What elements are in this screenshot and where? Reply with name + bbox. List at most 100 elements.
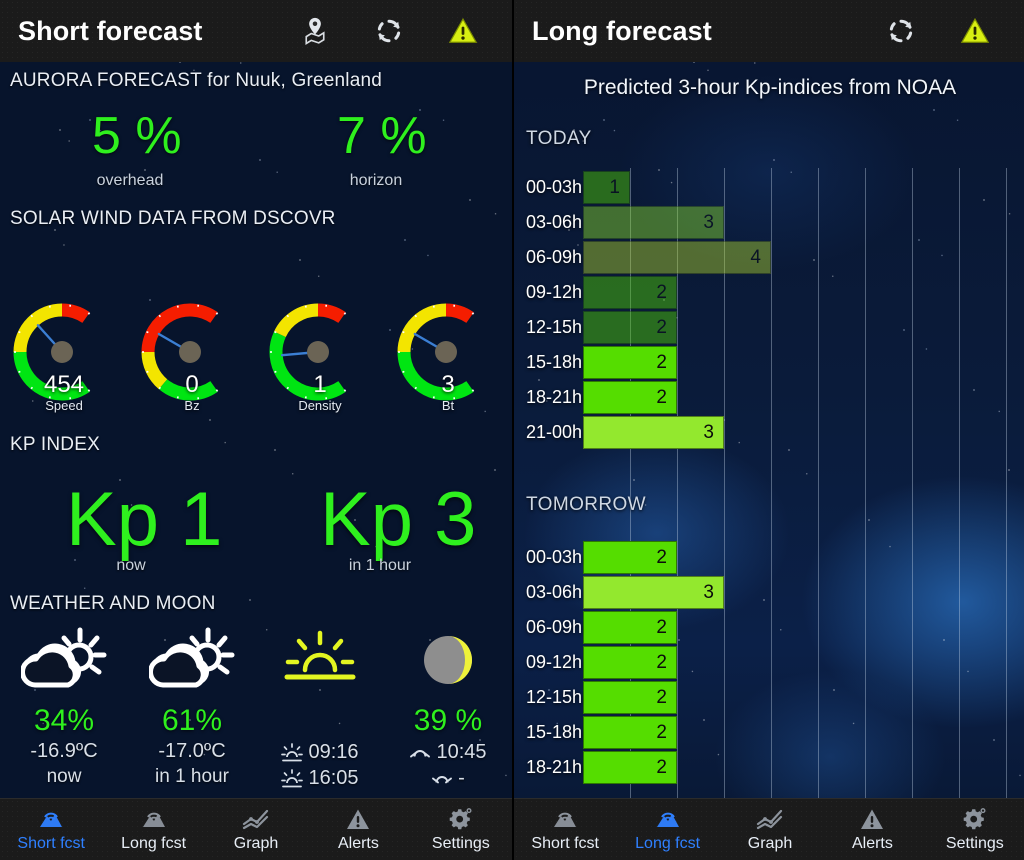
sun-column: 09:16 16:05: [256, 622, 384, 790]
table-row: 00-03h 2: [514, 540, 1024, 575]
sunset-time: 16:05: [308, 767, 359, 789]
moonset-time: -: [458, 767, 465, 789]
alert-icon: [821, 806, 923, 832]
moonrise-row: 10:45: [384, 741, 512, 764]
table-row: 00-03h 1: [514, 170, 1024, 205]
kp-bar: 3: [583, 576, 724, 609]
nav-item-label: Short fcst: [17, 835, 85, 852]
nav-item-settings[interactable]: Settings: [924, 806, 1024, 853]
refresh-icon[interactable]: [886, 16, 916, 46]
nav-item-alerts[interactable]: Alerts: [307, 806, 409, 853]
table-row: 06-09h 4: [514, 240, 1024, 275]
time-range-label: 00-03h: [526, 177, 583, 197]
left-title-bar: Short forecast: [0, 0, 512, 62]
page-title: Long forecast: [532, 15, 712, 46]
nav-item-short-fcst[interactable]: Short fcst: [514, 806, 616, 853]
kp-now-value: Kp 1: [66, 477, 223, 562]
nav-item-settings[interactable]: Settings: [410, 806, 512, 853]
table-row: 18-21h 2: [514, 380, 1024, 415]
today-bar-rows: 00-03h 1 03-06h 3 06-09h 4 09-12h 2 12-15h 2 15-18…: [514, 170, 1024, 450]
warning-icon[interactable]: [448, 16, 478, 46]
moon-illumination: 39 %: [413, 704, 483, 737]
table-row: 03-06h 3: [514, 205, 1024, 240]
table-row: 03-06h 3: [514, 575, 1024, 610]
time-range-label: 12-15h: [526, 317, 583, 337]
aurora-icon: [102, 806, 204, 832]
nav-item-alerts[interactable]: Alerts: [821, 806, 923, 853]
nav-item-graph[interactable]: Graph: [205, 806, 307, 853]
sunset-icon: [281, 768, 304, 787]
nav-item-label: Graph: [747, 835, 793, 852]
solar-wind-heading: SOLAR WIND DATA FROM DSCOVR: [10, 208, 336, 229]
alert-icon: [307, 806, 409, 832]
nav-item-label: Graph: [233, 835, 279, 852]
table-row: 15-18h 2: [514, 345, 1024, 380]
nav-item-long-fcst[interactable]: Long fcst: [102, 806, 204, 853]
moonrise-icon: [410, 749, 431, 757]
weather-moon-heading: WEATHER AND MOON: [10, 593, 216, 614]
nav-item-short-fcst[interactable]: Short fcst: [0, 806, 102, 853]
right-bottom-nav: Short fcst Long fcst Graph Alerts Settin…: [514, 798, 1024, 860]
nav-item-long-fcst[interactable]: Long fcst: [616, 806, 718, 853]
aurora-horizon-value: 7 %: [337, 107, 427, 165]
nav-item-label: Settings: [945, 835, 1004, 852]
warning-icon[interactable]: [960, 16, 990, 46]
kp-bar: 2: [583, 381, 677, 414]
moonset-icon: [432, 775, 453, 783]
tomorrow-bar-rows: 00-03h 2 03-06h 3 06-09h 2 09-12h 2 12-15h 2 15-18…: [514, 540, 1024, 785]
sunrise-icon: [281, 742, 304, 761]
table-row: 09-12h 2: [514, 645, 1024, 680]
nav-item-label: Settings: [431, 835, 490, 852]
aurora-overhead-value: 5 %: [92, 107, 182, 165]
kp-next-label: in 1 hour: [348, 557, 412, 574]
left-bottom-nav: Short fcst Long fcst Graph Alerts Settin…: [0, 798, 512, 860]
gauge-label: Speed: [45, 398, 83, 413]
kp-bar: 3: [583, 416, 724, 449]
gear-icon: [924, 806, 1024, 832]
table-row: 15-18h 2: [514, 715, 1024, 750]
time-range-label: 15-18h: [526, 352, 583, 372]
moonset-row: -: [384, 767, 512, 790]
page-title: Short forecast: [18, 15, 203, 46]
map-pin-icon[interactable]: [300, 16, 330, 46]
refresh-icon[interactable]: [374, 16, 404, 46]
weather-column-next-hour: 61% -17.0ºC in 1 hour: [128, 622, 256, 788]
gauge-value: 3: [441, 371, 455, 398]
nav-item-label: Alerts: [337, 835, 379, 852]
time-range-label: 06-09h: [526, 617, 583, 637]
sunrise-sunset-icon: [256, 622, 384, 698]
kp-bar: 2: [583, 276, 677, 309]
weather-next-temp: -17.0ºC: [158, 740, 226, 762]
table-row: 12-15h 2: [514, 680, 1024, 715]
nav-item-graph[interactable]: Graph: [719, 806, 821, 853]
sunrise-time: 09:16: [308, 741, 359, 763]
weather-now-temp: -16.9ºC: [30, 740, 98, 762]
gauge-speed: 454 Speed: [0, 298, 128, 428]
time-range-label: 09-12h: [526, 652, 583, 672]
right-titlebar-icons: [886, 16, 1006, 46]
weather-next-percent: 61%: [161, 704, 223, 737]
gauge-value: 1: [313, 371, 327, 398]
chart-title: Predicted 3-hour Kp-indices from NOAA: [583, 76, 957, 99]
weather-now-percent: 34%: [33, 704, 95, 737]
gauge-label: Bt: [441, 398, 455, 413]
gear-icon: [410, 806, 512, 832]
time-range-label: 18-21h: [526, 757, 583, 777]
short-forecast-panel: Short forecast AURORA FORECAST for Nuuk,…: [0, 0, 512, 860]
weather-column-now: 34% -16.9ºC now: [0, 622, 128, 788]
table-row: 12-15h 2: [514, 310, 1024, 345]
day-label-tomorrow: TOMORROW: [526, 494, 647, 515]
app-root: Short forecast AURORA FORECAST for Nuuk,…: [0, 0, 1024, 860]
weather-next-when: in 1 hour: [155, 766, 229, 787]
time-range-label: 21-00h: [526, 422, 583, 442]
graph-icon: [205, 806, 307, 832]
kp-now-label: now: [116, 557, 146, 574]
kp-next-value: Kp 3: [320, 477, 477, 562]
time-range-label: 15-18h: [526, 722, 583, 742]
gauge-bt: 3 Bt: [384, 298, 512, 428]
kp-bar: 2: [583, 311, 677, 344]
kp-bar: 3: [583, 206, 724, 239]
partly-cloudy-icon: [0, 622, 128, 698]
gauge-value: 0: [185, 371, 199, 398]
partly-cloudy-icon: [128, 622, 256, 698]
